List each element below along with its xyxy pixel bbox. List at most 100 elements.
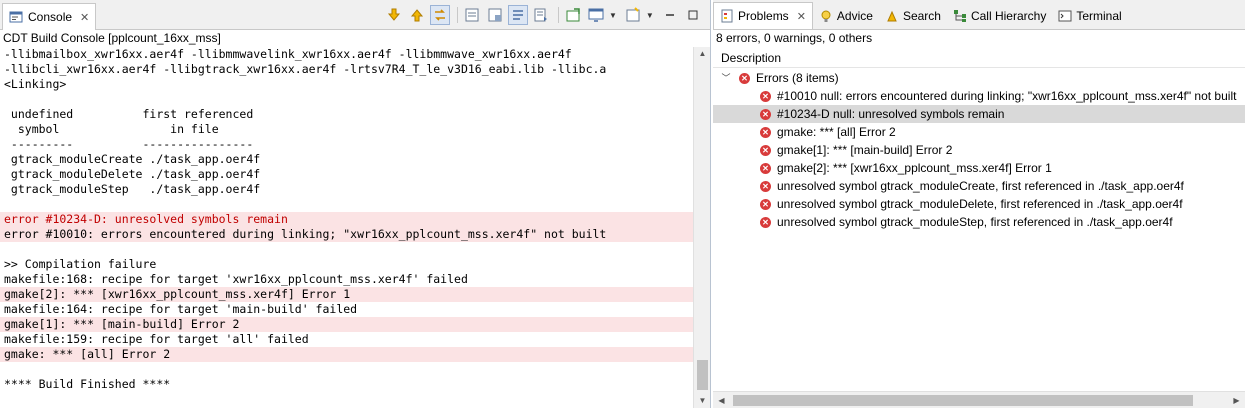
console-title: CDT Build Console [pplcount_16xx_mss] [0,30,710,46]
clear-console-icon[interactable] [485,5,505,25]
tab-label: Call Hierarchy [970,8,1047,23]
console-line: -llibmailbox_xwr16xx.aer4f -llibmmwaveli… [4,47,572,61]
problem-item-text: gmake[1]: *** [main-build] Error 2 [777,143,953,157]
tab-problems[interactable]: Problems ✕ [713,2,813,29]
chevron-down-icon[interactable]: ﹀ [721,69,731,87]
console-line: gtrack_moduleDelete ./task_app.oer4f [4,167,261,181]
console-line: error #10010: errors encountered during … [0,227,693,242]
console-line: symbol in file [4,122,219,136]
minimize-icon[interactable] [660,5,680,25]
error-icon: ✕ [760,126,771,138]
problem-item[interactable]: ✕ #10010 null: errors encountered during … [713,87,1245,105]
problems-view: Problems ✕ Advice Search Call Hierarchy Termi… [713,0,1245,408]
problems-summary: 8 errors, 0 warnings, 0 others [716,31,873,45]
scroll-left-icon[interactable]: ◀ [713,392,730,408]
tab-label: Search [902,8,941,23]
console-icon [9,10,23,24]
console-toolbar: ▼ ▼ [384,5,706,25]
problem-item-text: unresolved symbol gtrack_moduleDelete, f… [777,197,1183,211]
scrollbar-thumb[interactable] [733,395,1193,406]
problems-tree: ﹀ ✕ Errors (8 items) ✕ #10010 null: error… [713,69,1245,231]
tab-console-label: Console [28,10,73,24]
tab-search[interactable]: Search [879,2,947,29]
error-icon: ✕ [760,216,771,228]
display-selected-console-icon[interactable] [586,5,606,25]
console-tabbar: Console ✕ ▼ ▼ [0,0,710,30]
console-line: gmake[2]: *** [xwr16xx_pplcount_mss.xer4… [0,287,693,302]
problem-item-text: gmake[2]: *** [xwr16xx_pplcount_mss.xer4… [777,161,1052,175]
errors-group[interactable]: ﹀ ✕ Errors (8 items) [713,69,1245,87]
console-view: Console ✕ ▼ ▼ CDT Build Console [pplcoun… [0,0,711,408]
link-with-editor-icon[interactable] [430,5,450,25]
console-line: gmake: *** [all] Error 2 [0,347,693,362]
chevron-down-icon[interactable]: ▼ [609,11,617,20]
console-line: error #10234-D: unresolved symbols remai… [0,212,693,227]
lightbulb-icon [819,9,833,23]
scroll-down-icon[interactable]: ▼ [694,394,711,408]
problem-item[interactable]: ✕ gmake[2]: *** [xwr16xx_pplcount_mss.xer… [713,159,1245,177]
scroll-right-icon[interactable]: ▶ [1228,392,1245,408]
problem-item[interactable]: ✕ unresolved symbol gtrack_moduleCreate, … [713,177,1245,195]
maximize-icon[interactable] [683,5,703,25]
problem-item-text: #10010 null: errors encountered during l… [777,89,1237,103]
tab-call-hierarchy[interactable]: Call Hierarchy [947,2,1052,29]
console-line: **** Build Finished **** [4,377,171,391]
terminal-icon [1058,9,1072,23]
problem-item[interactable]: ✕ gmake: *** [all] Error 2 [713,123,1245,141]
console-output[interactable]: -llibmailbox_xwr16xx.aer4f -llibmmwaveli… [0,47,693,408]
error-icon: ✕ [760,198,771,210]
tab-advice[interactable]: Advice [813,2,879,29]
problems-icon [720,9,734,23]
scrollbar-thumb[interactable] [697,360,708,390]
console-line: gtrack_moduleCreate ./task_app.oer4f [4,152,261,166]
console-line: gtrack_moduleStep ./task_app.oer4f [4,182,261,196]
tab-label: Advice [836,8,873,23]
next-error-icon[interactable] [384,5,404,25]
close-icon[interactable]: ✕ [80,11,89,24]
copy-build-log-icon[interactable] [462,5,482,25]
problem-item[interactable]: ✕ unresolved symbol gtrack_moduleDelete, … [713,195,1245,213]
console-line: undefined first referenced [4,107,254,121]
toolbar-separator [558,7,559,23]
problem-item-text: gmake: *** [all] Error 2 [777,125,896,139]
error-icon: ✕ [760,108,771,120]
problem-item-text: #10234-D null: unresolved symbols remain [777,107,1005,121]
error-icon: ✕ [760,162,771,174]
close-icon[interactable]: ✕ [797,10,806,23]
tab-label: Terminal [1076,8,1122,23]
open-console-icon[interactable] [623,5,643,25]
console-line: >> Compilation failure [4,257,157,271]
pin-console-icon[interactable] [563,5,583,25]
error-icon: ✕ [760,144,771,156]
console-line: makefile:168: recipe for target 'xwr16xx… [4,272,468,286]
column-header-description[interactable]: Description [713,48,1245,68]
console-line: makefile:159: recipe for target 'all' fa… [4,332,309,346]
scroll-lock-icon[interactable] [508,5,528,25]
problem-item[interactable]: ✕ #10234-D null: unresolved symbols remai… [713,105,1245,123]
previous-error-icon[interactable] [407,5,427,25]
tab-console[interactable]: Console ✕ [2,3,97,30]
console-line: -llibcli_xwr16xx.aer4f -llibgtrack_xwr16… [4,62,607,76]
error-icon: ✕ [760,180,771,192]
chevron-down-icon[interactable]: ▼ [646,11,654,20]
errors-group-label: Errors (8 items) [756,71,839,85]
problems-horizontal-scrollbar[interactable]: ◀ ▶ [713,391,1245,408]
problem-item-text: unresolved symbol gtrack_moduleStep, fir… [777,215,1173,229]
console-line: --------- ---------------- [4,137,254,151]
console-line: gmake[1]: *** [main-build] Error 2 [0,317,693,332]
problem-item[interactable]: ✕ unresolved symbol gtrack_moduleStep, fi… [713,213,1245,231]
scroll-up-icon[interactable]: ▲ [694,47,711,61]
tab-terminal[interactable]: Terminal [1052,2,1127,29]
console-vertical-scrollbar[interactable]: ▲ ▼ [693,47,710,408]
call-hierarchy-icon [953,9,967,23]
tab-label: Problems [738,9,789,23]
problem-item[interactable]: ✕ gmake[1]: *** [main-build] Error 2 [713,141,1245,159]
search-icon [885,9,899,23]
right-tabbar: Problems ✕ Advice Search Call Hierarchy Termi… [713,0,1245,30]
word-wrap-icon[interactable] [531,5,551,25]
problem-item-text: unresolved symbol gtrack_moduleCreate, f… [777,179,1184,193]
